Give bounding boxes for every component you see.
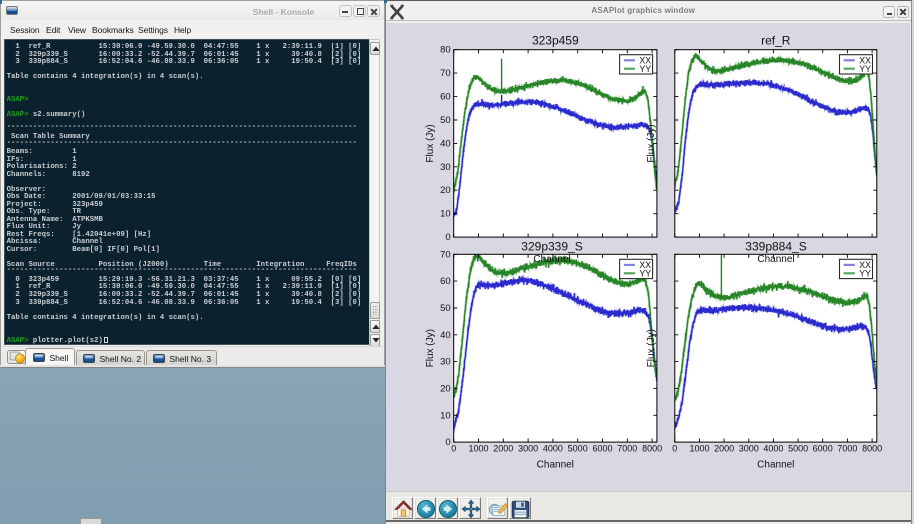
svg-text:2000: 2000 — [714, 443, 734, 453]
svg-text:8000: 8000 — [862, 443, 882, 453]
svg-text:3000: 3000 — [518, 443, 538, 453]
svg-text:4000: 4000 — [763, 443, 783, 453]
svg-text:YY: YY — [639, 63, 651, 73]
svg-text:Channel: Channel — [533, 254, 570, 265]
svg-text:30: 30 — [440, 161, 451, 172]
svg-text:60: 60 — [440, 91, 451, 102]
svg-text:70: 70 — [440, 249, 451, 260]
svg-text:4000: 4000 — [543, 443, 563, 453]
svg-text:6000: 6000 — [592, 443, 612, 453]
svg-text:323p459: 323p459 — [532, 33, 579, 47]
svg-text:YY: YY — [639, 268, 651, 278]
svg-text:Channel: Channel — [757, 459, 794, 470]
svg-text:339p884_S: 339p884_S — [745, 239, 806, 253]
svg-text:Channel: Channel — [757, 254, 794, 265]
svg-text:Channel: Channel — [537, 459, 574, 470]
svg-text:YY: YY — [859, 63, 871, 73]
svg-text:60: 60 — [440, 276, 451, 287]
svg-text:Flux (Jy): Flux (Jy) — [646, 329, 657, 367]
svg-text:80: 80 — [440, 44, 451, 55]
svg-text:0: 0 — [451, 443, 456, 453]
svg-text:0: 0 — [672, 443, 677, 453]
svg-text:ref_R: ref_R — [761, 33, 791, 47]
svg-text:YY: YY — [859, 268, 871, 278]
svg-text:10: 10 — [440, 410, 451, 421]
svg-text:1000: 1000 — [689, 443, 709, 453]
svg-text:0: 0 — [445, 437, 450, 448]
svg-text:3000: 3000 — [739, 443, 759, 453]
svg-text:0: 0 — [445, 232, 450, 243]
svg-text:8000: 8000 — [642, 443, 662, 453]
svg-text:5000: 5000 — [568, 443, 588, 453]
svg-text:2000: 2000 — [493, 443, 513, 453]
svg-text:Flux (Jy): Flux (Jy) — [425, 124, 436, 162]
svg-text:6000: 6000 — [813, 443, 833, 453]
svg-text:10: 10 — [440, 208, 451, 219]
svg-text:20: 20 — [440, 383, 451, 394]
svg-text:Flux (Jy): Flux (Jy) — [425, 329, 436, 367]
svg-text:50: 50 — [440, 303, 451, 314]
svg-text:40: 40 — [440, 138, 451, 149]
svg-text:30: 30 — [440, 356, 451, 367]
svg-text:329p339_S: 329p339_S — [521, 239, 582, 253]
svg-text:70: 70 — [440, 68, 451, 79]
svg-text:5000: 5000 — [788, 443, 808, 453]
svg-text:1000: 1000 — [468, 443, 488, 453]
svg-text:40: 40 — [440, 329, 451, 340]
svg-text:Flux (Jy): Flux (Jy) — [646, 124, 657, 162]
svg-text:7000: 7000 — [837, 443, 857, 453]
svg-text:50: 50 — [440, 115, 451, 126]
svg-text:20: 20 — [440, 185, 451, 196]
svg-text:7000: 7000 — [617, 443, 637, 453]
